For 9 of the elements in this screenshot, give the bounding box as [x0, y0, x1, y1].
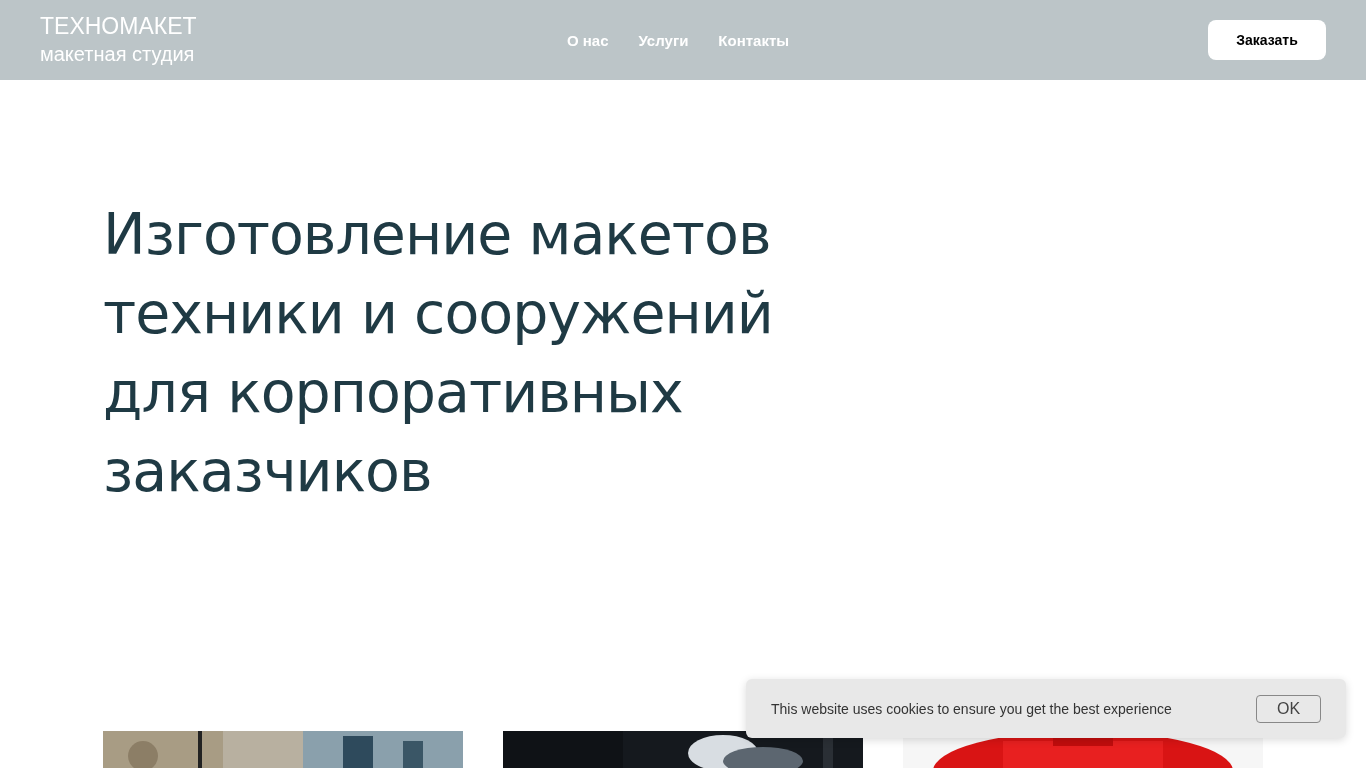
- hero-title: Изготовление макетов техники и сооружений для корпоративных заказчиков: [103, 200, 774, 506]
- nav-link[interactable]: Услуги: [638, 31, 689, 49]
- ok-button[interactable]: OK: [1256, 694, 1321, 723]
- logo-title: ТЕХНОМАКЕТ: [40, 12, 198, 40]
- nav-link[interactable]: О нас: [566, 31, 609, 49]
- order-button[interactable]: Заказать: [1208, 20, 1326, 60]
- cookie-text: This website uses cookies to ensure you get the best experience: [771, 700, 1172, 717]
- logo-subtitle: макетная студия: [40, 42, 196, 67]
- nav-link[interactable]: Контакты: [718, 31, 790, 49]
